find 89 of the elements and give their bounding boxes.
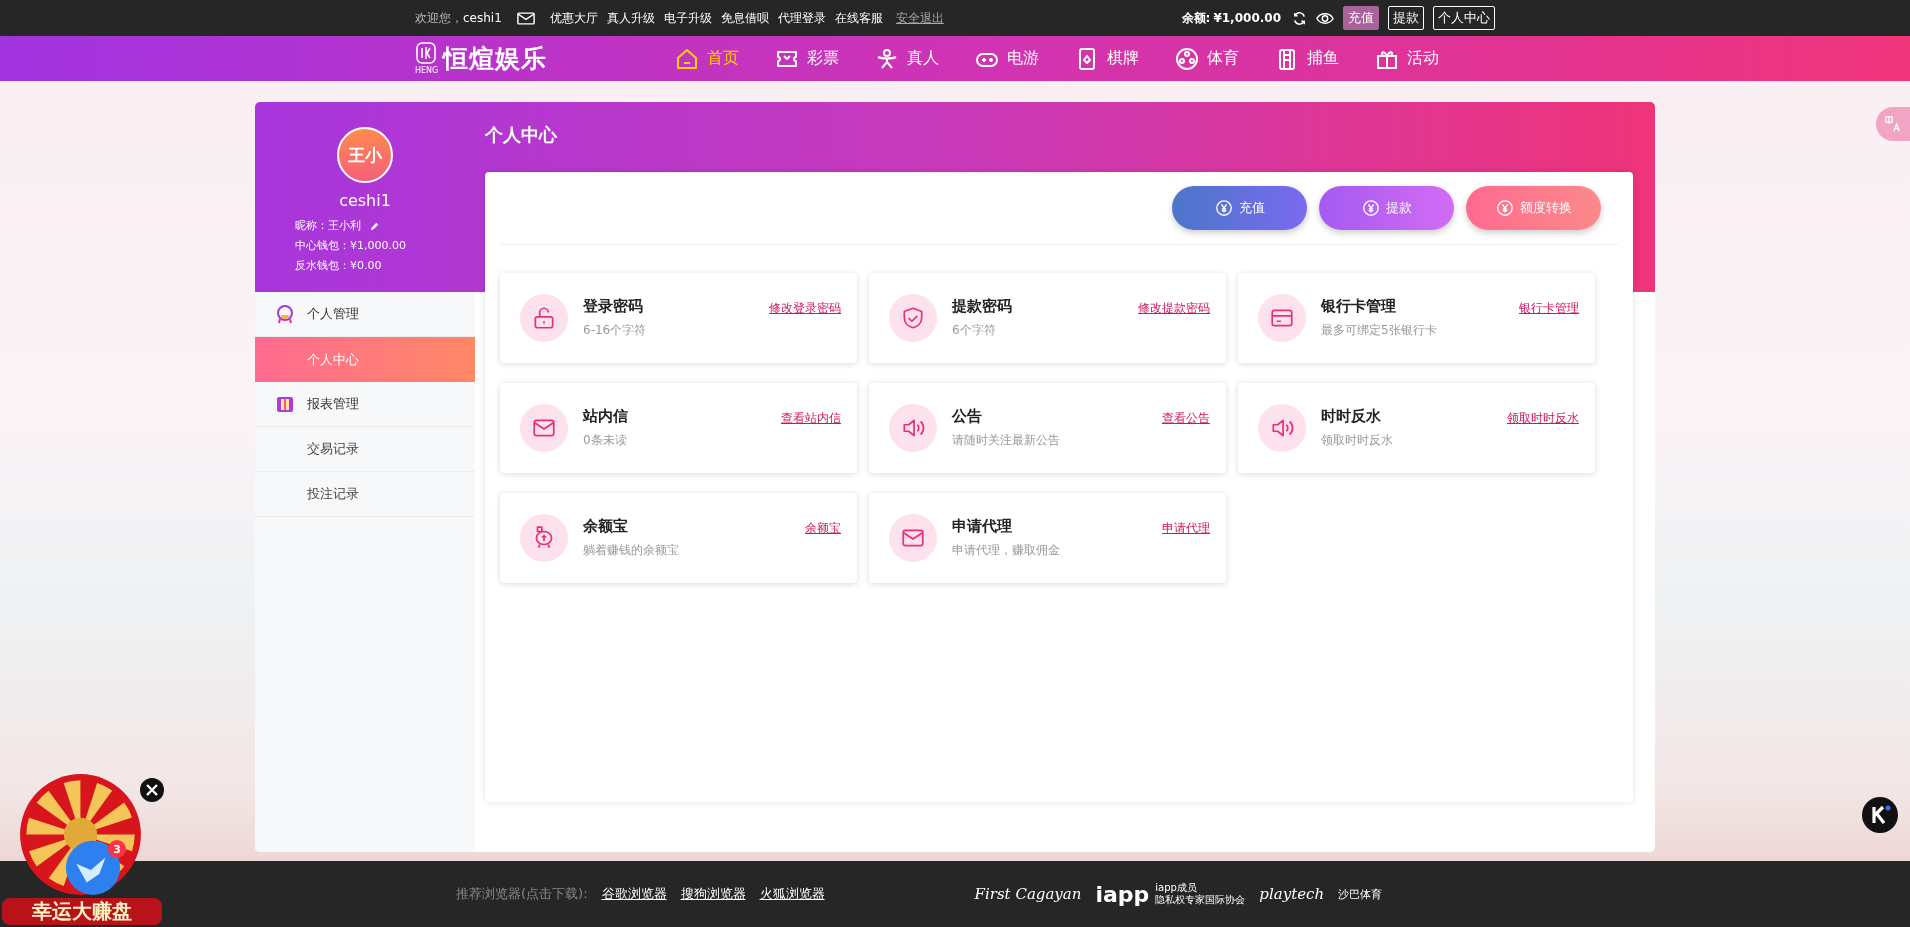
nav-item[interactable]: 首页: [675, 46, 739, 71]
top-link[interactable]: 真人升级: [606, 9, 655, 27]
balance-amount: ¥1,000.00: [1213, 11, 1281, 25]
lock-icon: [531, 305, 557, 331]
card-subtitle: 6个字符: [952, 322, 997, 339]
menu-item[interactable]: 投注记录: [255, 472, 475, 517]
card-title: 时时反水: [1321, 407, 1382, 426]
partner-logo: 沙巴体育: [1338, 886, 1383, 902]
nav-item[interactable]: 真人: [875, 46, 939, 71]
top-button[interactable]: 个人中心: [1433, 6, 1495, 30]
ball-icon: [1175, 46, 1199, 71]
medal-icon: [275, 304, 295, 324]
card-link[interactable]: 银行卡管理: [1519, 299, 1579, 317]
profile-username: ceshi1: [339, 191, 391, 210]
top-link[interactable]: 免息借呗: [720, 9, 769, 27]
card-subtitle: 最多可绑定5张银行卡: [1321, 322, 1438, 339]
top-link[interactable]: 在线客服: [834, 9, 883, 27]
card-title: 银行卡管理: [1321, 297, 1397, 316]
avatar: 王小: [337, 127, 393, 183]
card-title: 公告: [952, 407, 983, 426]
card-link[interactable]: 修改登录密码: [769, 299, 841, 317]
prize-wheel-drawing[interactable]: [18, 772, 143, 897]
top-link[interactable]: 优惠大厅: [549, 9, 598, 27]
shield-icon: [900, 305, 926, 331]
top-button[interactable]: 充值: [1343, 6, 1379, 30]
card-title: 提款密码: [952, 297, 1013, 316]
browser-link[interactable]: 搜狗浏览器: [680, 885, 746, 903]
close-icon[interactable]: [140, 778, 164, 802]
profile-info: 中心钱包：¥1,000.00: [295, 238, 406, 254]
partner-logo: playtech: [1259, 885, 1325, 903]
card-title: 申请代理: [952, 517, 1013, 536]
k-logo-icon[interactable]: [1862, 797, 1898, 833]
balance-label: 余额:: [1181, 9, 1211, 27]
card-link[interactable]: 修改提款密码: [1138, 299, 1210, 317]
partner-logo: First Cagayan: [974, 885, 1082, 903]
translate-icon: [1884, 115, 1902, 133]
action-button[interactable]: 充值: [1172, 186, 1307, 230]
nav-item[interactable]: 活动: [1375, 46, 1439, 71]
card-subtitle: 领取时时反水: [1321, 432, 1394, 449]
card-link[interactable]: 查看公告: [1162, 409, 1210, 427]
card-subtitle: 躺着赚钱的余额宝: [583, 542, 680, 559]
logout-link[interactable]: 安全退出: [895, 9, 944, 27]
yen-coin-icon: [1495, 199, 1514, 217]
partner-caption: 隐私权专家国际协会: [1155, 894, 1246, 906]
yen-coin-icon: [1361, 199, 1380, 217]
card-link[interactable]: 申请代理: [1162, 519, 1210, 537]
card-title: 登录密码: [583, 297, 644, 316]
card-subtitle: 请随时关注最新公告: [952, 432, 1061, 449]
welcome-text: 欢迎您，: [415, 9, 463, 27]
pencil-icon[interactable]: [369, 220, 380, 232]
card-subtitle: 0条未读: [583, 432, 628, 449]
card-subtitle: 申请代理，赚取佣金: [952, 542, 1061, 559]
menu-item[interactable]: 交易记录: [255, 427, 475, 472]
card-title: 站内信: [583, 407, 629, 426]
partner-caption: iapp成员: [1155, 882, 1198, 894]
nav-item[interactable]: 棋牌: [1075, 46, 1139, 71]
top-link[interactable]: 电子升级: [663, 9, 712, 27]
mail-icon[interactable]: [516, 11, 535, 25]
card-title: 余额宝: [583, 517, 629, 536]
logo-text: 恒煊娱乐: [443, 43, 547, 75]
nav-item[interactable]: 彩票: [775, 46, 839, 71]
profile-info: 昵称：王小利: [295, 218, 361, 234]
menu-group-label[interactable]: 个人管理: [307, 305, 359, 323]
username: ceshi1: [463, 11, 502, 25]
gift-box-icon: [275, 394, 295, 414]
profile-info: 反水钱包：¥0.00: [295, 258, 382, 274]
menu-group-label[interactable]: 报表管理: [307, 395, 359, 413]
browser-link[interactable]: 谷歌浏览器: [601, 885, 667, 903]
refresh-icon[interactable]: [1292, 10, 1307, 26]
card-subtitle: 6-16个字符: [583, 322, 648, 339]
card-link[interactable]: 领取时时反水: [1507, 409, 1579, 427]
yen-coin-icon: [1214, 199, 1233, 217]
promo-title[interactable]: 幸运大赚盘: [2, 898, 162, 925]
action-button[interactable]: 提款: [1319, 186, 1454, 230]
card-link[interactable]: 查看站内信: [781, 409, 841, 427]
footer-label: 推荐浏览器(点击下载):: [456, 885, 588, 903]
nav-item[interactable]: 体育: [1175, 46, 1239, 71]
top-button[interactable]: 提款: [1388, 6, 1424, 30]
person-icon: [875, 46, 899, 71]
browser-link[interactable]: 火狐浏览器: [759, 885, 825, 903]
home-icon: [675, 46, 699, 71]
eye-icon[interactable]: [1316, 10, 1334, 26]
page-title: 个人中心: [485, 123, 558, 147]
nav-item[interactable]: 电游: [975, 46, 1039, 71]
partner-logo: iapp: [1095, 881, 1150, 907]
card-link[interactable]: 余额宝: [805, 519, 841, 537]
nav-item[interactable]: 捕鱼: [1275, 46, 1339, 71]
top-link[interactable]: 代理登录: [777, 9, 826, 27]
logo-subtext: HENG: [415, 66, 439, 75]
